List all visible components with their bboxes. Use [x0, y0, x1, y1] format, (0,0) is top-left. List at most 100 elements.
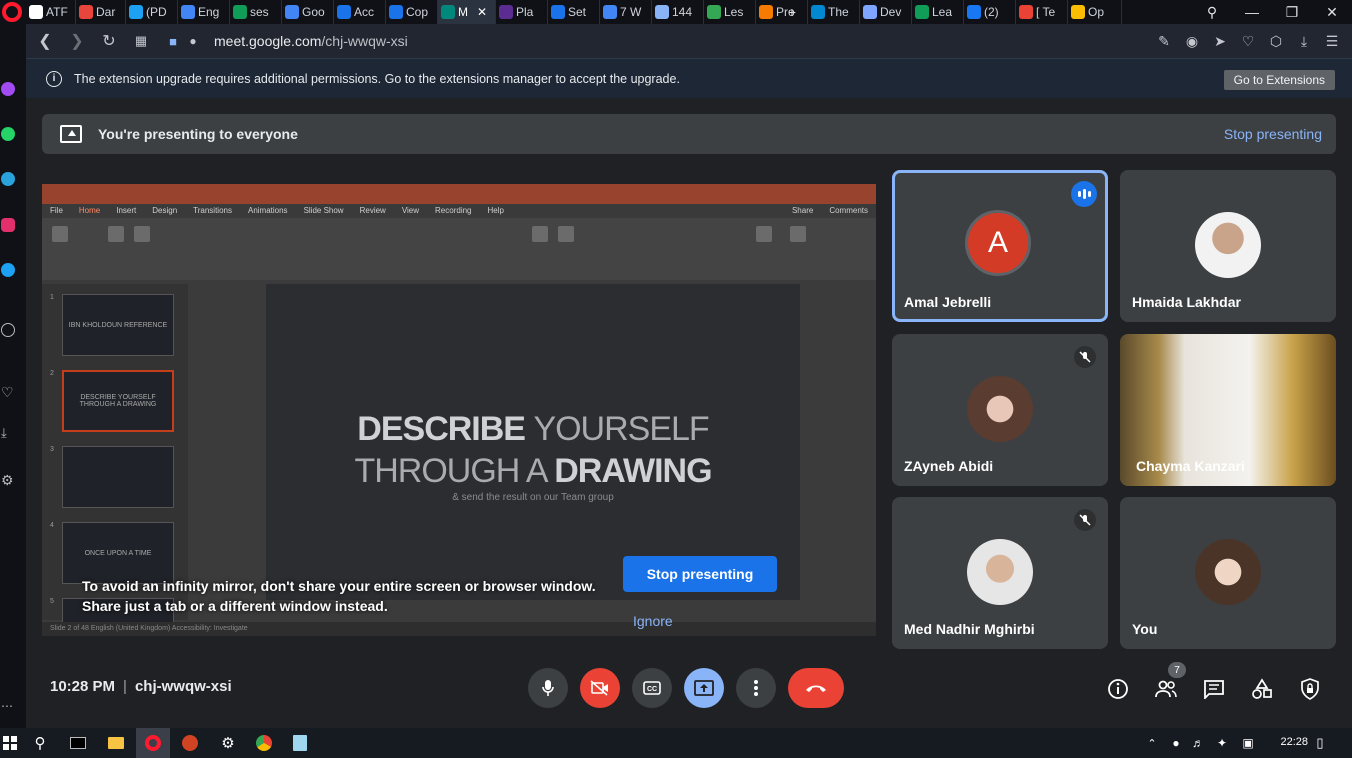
forward-icon[interactable]: ❯: [64, 28, 90, 54]
sidebar-more-icon[interactable]: ⋯: [1, 699, 15, 713]
hang-up-icon: [806, 685, 826, 692]
go-to-extensions-button[interactable]: Go to Extensions: [1223, 70, 1335, 90]
tab-grid-icon[interactable]: ▦: [128, 28, 154, 54]
back-icon[interactable]: ❮: [32, 28, 58, 54]
tab-favicon-icon: [233, 5, 247, 19]
tab-label: 144: [672, 5, 693, 19]
lock-icon[interactable]: ●: [186, 28, 200, 54]
camera-in-use-icon[interactable]: ■: [160, 28, 186, 54]
extensions-cube-icon[interactable]: ⬡: [1266, 31, 1286, 51]
arrange-icon: [558, 226, 574, 242]
tab-label: (PD: [146, 5, 167, 19]
taskbar-clock[interactable]: 22:28: [1280, 736, 1308, 748]
stop-presenting-button[interactable]: Stop presenting: [623, 556, 777, 592]
chrome-icon[interactable]: [254, 733, 274, 753]
opera-taskbar-icon[interactable]: [136, 728, 170, 758]
tab-label: 7 W: [620, 5, 642, 19]
bookmark-heart-icon[interactable]: ♡: [1238, 31, 1258, 51]
meeting-details-button[interactable]: [1105, 676, 1131, 702]
activities-button[interactable]: [1249, 676, 1275, 702]
close-tab-icon[interactable]: ✕: [477, 5, 487, 19]
settings-gear-icon[interactable]: ⚙: [1, 473, 15, 487]
participant-tile-zayneb[interactable]: ZAyneb Abidi: [892, 334, 1108, 486]
instagram-icon[interactable]: [1, 218, 15, 232]
terminal-icon[interactable]: [68, 733, 88, 753]
tray-network-icon[interactable]: ▣: [1238, 733, 1258, 753]
download-icon[interactable]: ⤓: [1294, 31, 1314, 51]
reuse-slides-icon: [134, 226, 150, 242]
tray-chevron-icon[interactable]: ⌃: [1142, 733, 1162, 753]
settings-taskbar-icon[interactable]: ⚙: [218, 733, 238, 753]
tray-volume-icon[interactable]: ♬: [1188, 733, 1208, 753]
paste-icon: [52, 226, 68, 242]
minimize-icon[interactable]: —: [1232, 0, 1272, 24]
send-icon[interactable]: ➤: [1210, 31, 1230, 51]
twitter-icon[interactable]: [1, 263, 15, 277]
favorites-heart-icon[interactable]: ♡: [1, 385, 15, 399]
participant-tile-chayma[interactable]: Chayma Kanzari: [1120, 334, 1336, 486]
present-icon: [694, 680, 714, 696]
tabstrip-spacer: [812, 0, 1192, 24]
tab-favicon-icon: [181, 5, 195, 19]
windows-start-icon[interactable]: [0, 733, 20, 753]
easy-setup-icon[interactable]: ☰: [1322, 31, 1342, 51]
new-tab-icon[interactable]: +: [772, 0, 812, 24]
more-options-button[interactable]: [736, 668, 776, 708]
browser-tab[interactable]: Goo: [282, 0, 334, 24]
camera-off-button[interactable]: [580, 668, 620, 708]
notepad-icon[interactable]: [290, 733, 310, 753]
telegram-icon[interactable]: [1, 172, 15, 186]
powerpoint-icon[interactable]: [180, 733, 200, 753]
warning-line-2: Share just a tab or a different window i…: [82, 598, 388, 614]
url-field[interactable]: meet.google.com/chj-wwqw-xsi: [214, 33, 408, 49]
messenger-icon[interactable]: [1, 82, 15, 96]
leave-call-button[interactable]: [788, 668, 844, 708]
ppt-ribbon: [42, 218, 876, 280]
downloads-icon[interactable]: ⤓: [1, 426, 15, 440]
browser-tab[interactable]: (PD: [126, 0, 178, 24]
chat-button[interactable]: [1201, 676, 1227, 702]
host-controls-button[interactable]: [1297, 676, 1323, 702]
player-icon[interactable]: [1, 323, 15, 337]
browser-tab[interactable]: Acc: [334, 0, 386, 24]
browser-tab[interactable]: ses: [230, 0, 282, 24]
stop-presenting-link[interactable]: Stop presenting: [1224, 126, 1322, 142]
whatsapp-icon[interactable]: [1, 127, 15, 141]
browser-tab[interactable]: Les: [704, 0, 756, 24]
tray-microphone-icon[interactable]: ●: [1166, 733, 1186, 753]
people-button[interactable]: [1153, 676, 1179, 702]
restore-icon[interactable]: ❐: [1272, 0, 1312, 24]
close-window-icon[interactable]: ✕: [1312, 0, 1352, 24]
reload-icon[interactable]: ↻: [96, 28, 122, 54]
browser-tab[interactable]: Set: [548, 0, 600, 24]
participant-tile-you[interactable]: You: [1120, 497, 1336, 649]
present-now-button[interactable]: [684, 668, 724, 708]
edit-icon[interactable]: ✎: [1154, 31, 1174, 51]
captions-button[interactable]: CC: [632, 668, 672, 708]
search-tabs-icon[interactable]: ⚲: [1192, 0, 1232, 24]
browser-tab[interactable]: Cop: [386, 0, 438, 24]
notifications-icon[interactable]: ▯: [1310, 733, 1330, 753]
thumb-number: 2: [50, 370, 54, 377]
participant-tile-nadhir[interactable]: Med Nadhir Mghirbi: [892, 497, 1108, 649]
participant-tile-hmaida[interactable]: Hmaida Lakhdar: [1120, 170, 1336, 322]
people-icon: [1155, 680, 1177, 698]
browser-tab[interactable]: M ✕: [438, 0, 496, 24]
microphone-button[interactable]: [528, 668, 568, 708]
browser-tab[interactable]: 7 W: [600, 0, 652, 24]
participant-tile-amal[interactable]: A Amal Jebrelli: [892, 170, 1108, 322]
ppt-menu-item: Review: [359, 206, 386, 215]
browser-tab[interactable]: Pla: [496, 0, 548, 24]
camera-off-icon: [590, 680, 608, 696]
participant-name: Hmaida Lakhdar: [1132, 294, 1241, 310]
browser-tab[interactable]: 144: [652, 0, 704, 24]
snapshot-camera-icon[interactable]: ◉: [1182, 31, 1202, 51]
file-explorer-icon[interactable]: [106, 733, 126, 753]
opera-logo-icon[interactable]: [2, 2, 22, 22]
tray-language-icon[interactable]: ✦: [1212, 733, 1232, 753]
search-icon[interactable]: ⚲: [30, 733, 50, 753]
browser-tab[interactable]: Eng: [178, 0, 230, 24]
browser-tab[interactable]: Dar: [76, 0, 126, 24]
browser-tab[interactable]: ATF: [26, 0, 76, 24]
ignore-button[interactable]: Ignore: [633, 613, 673, 629]
